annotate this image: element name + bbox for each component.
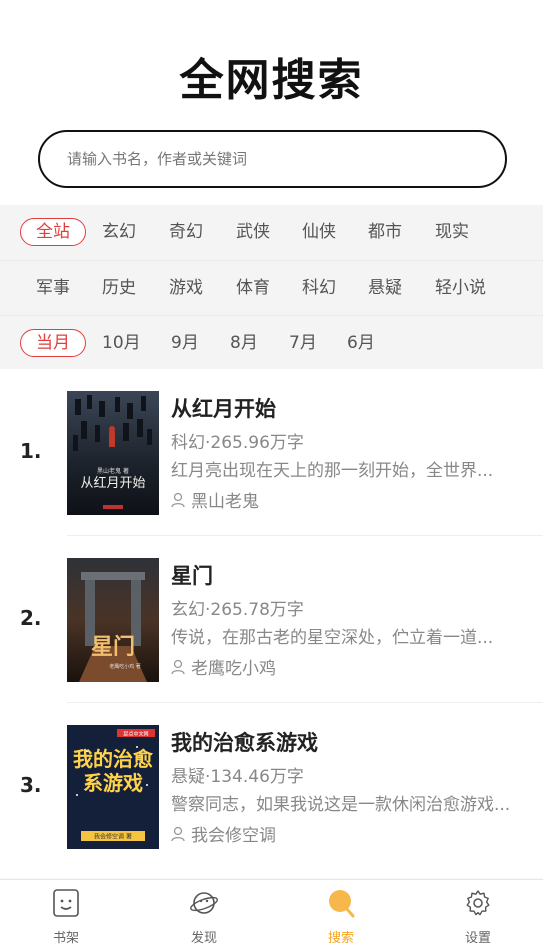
book-description: 传说，在那古老的星空深处，伫立着一道... [171,628,494,648]
category-row-1: 全站 玄幻 奇幻 武侠 仙侠 都市 现实 [0,205,543,260]
category-chip-youxi[interactable]: 游戏 [168,274,204,302]
period-row: 当月 10月 9月 8月 7月 6月 [0,315,543,370]
category-chip-xuanyi[interactable]: 悬疑 [367,274,403,302]
category-chip-all[interactable]: 全站 [20,218,86,246]
category-chip-wuxia[interactable]: 武侠 [235,218,271,246]
book-title[interactable]: 从红月开始 [171,393,276,423]
book-cover[interactable]: 起点中文网 我的治愈系游戏 我会修空调 著 [67,725,159,849]
period-chip-jul[interactable]: 7月 [288,329,318,357]
category-chip-junshi[interactable]: 军事 [35,274,71,302]
book-description: 警察同志，如果我说这是一款休闲治愈游戏... [171,795,511,815]
book-author: 黑山老鬼 [171,487,259,512]
period-chip-aug[interactable]: 8月 [229,329,259,357]
discover-planet-icon [190,892,218,914]
category-chip-xianshi[interactable]: 现实 [434,218,470,246]
category-chip-kehuan[interactable]: 科幻 [301,274,337,302]
bookshelf-icon [53,889,79,917]
book-title[interactable]: 我的治愈系游戏 [171,727,318,757]
book-meta: 玄幻·265.78万字 [171,600,304,620]
category-chip-xianxia[interactable]: 仙侠 [301,218,337,246]
category-chip-tiyu[interactable]: 体育 [235,274,271,302]
period-chip-oct[interactable]: 10月 [101,329,142,357]
book-description: 红月亮出现在天上的那一刻开始，全世界... [171,461,494,481]
cover-author: 我会修空调 著 [94,833,132,841]
author-name: 我会修空调 [191,826,276,846]
list-item[interactable]: 2. 星门 老鹰吃小鸡 著 星门 玄幻·265.78万字 传说，在那古老的星空深… [0,536,543,703]
book-author: 老鹰吃小鸡 [171,654,276,679]
tab-bookshelf[interactable]: 书架 [26,888,106,944]
cover-title: 从红月开始 [80,475,145,491]
tab-label: 搜索 [327,931,354,944]
period-chip-sep[interactable]: 9月 [170,329,200,357]
user-icon [171,826,185,841]
book-meta: 科幻·265.96万字 [171,433,304,453]
gear-icon [466,890,490,916]
author-name: 老鹰吃小鸡 [191,659,276,679]
search-box[interactable] [38,130,507,188]
user-icon [171,492,185,507]
search-input[interactable] [67,150,487,168]
user-icon [171,659,185,674]
tab-label: 发现 [190,931,217,944]
search-icon [329,890,355,918]
book-title[interactable]: 星门 [171,560,213,590]
filter-panel: 全站 玄幻 奇幻 武侠 仙侠 都市 现实 军事 历史 游戏 体育 科幻 悬疑 轻… [0,205,543,369]
list-item[interactable]: 3. 起点中文网 我的治愈系游戏 我会修空调 著 我的治愈系游戏 悬疑·134.… [0,703,543,870]
cover-title: 我的治愈系游戏 [73,747,153,795]
category-chip-qihuan[interactable]: 奇幻 [168,218,204,246]
tab-label: 设置 [464,931,491,944]
tab-settings[interactable]: 设置 [438,888,518,944]
rank-number: 1. [20,439,42,463]
author-name: 黑山老鬼 [191,492,259,512]
cover-title: 星门 [91,634,135,660]
category-row-2: 军事 历史 游戏 体育 科幻 悬疑 轻小说 [0,260,543,315]
category-chip-dushi[interactable]: 都市 [367,218,403,246]
period-chip-current-month[interactable]: 当月 [20,329,86,357]
tab-search[interactable]: 搜索 [301,888,381,944]
category-chip-xuanhuan[interactable]: 玄幻 [101,218,137,246]
tab-discover[interactable]: 发现 [164,888,244,944]
book-cover[interactable]: 星门 老鹰吃小鸡 著 [67,558,159,682]
book-author: 我会修空调 [171,821,276,846]
rank-number: 2. [20,606,42,630]
bottom-tab-bar: 书架 发现 搜索 设置 [0,879,543,944]
category-chip-qingxiaoshuo[interactable]: 轻小说 [434,274,487,302]
rank-number: 3. [20,773,42,797]
list-item[interactable]: 1. 黑山老鬼 著 从红月开始 从红月开始 科幻·265.96万字 红月亮出现在… [0,369,543,536]
tab-label: 书架 [52,931,79,944]
cover-brand: 起点中文网 [123,731,148,738]
cover-author: 黑山老鬼 著 [97,467,129,475]
cover-author: 老鹰吃小鸡 著 [109,663,141,670]
page-title: 全网搜索 [179,55,364,106]
period-chip-jun[interactable]: 6月 [346,329,376,357]
category-chip-lishi[interactable]: 历史 [101,274,137,302]
book-cover[interactable]: 黑山老鬼 著 从红月开始 [67,391,159,515]
book-meta: 悬疑·134.46万字 [171,767,304,787]
